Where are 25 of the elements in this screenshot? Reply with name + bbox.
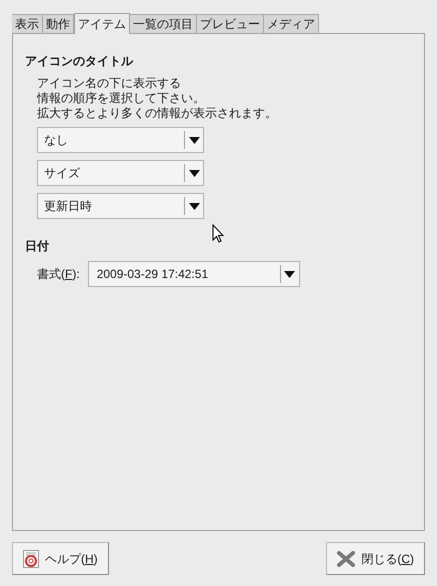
section-heading: アイコンのタイトル bbox=[25, 53, 134, 70]
date-format-dropdown[interactable]: 2009-03-29 17:42:51 bbox=[88, 261, 300, 287]
tab[interactable]: プレビュー bbox=[197, 14, 264, 33]
lifebuoy-icon bbox=[23, 550, 39, 568]
tab[interactable]: アイテム bbox=[74, 13, 130, 34]
tab[interactable]: 一覧の項目 bbox=[130, 14, 197, 33]
tab[interactable]: 表示 bbox=[12, 14, 43, 33]
section-heading: 日付 bbox=[25, 238, 50, 255]
dropdown-arrow-icon bbox=[284, 270, 296, 278]
dropdown-arrow-icon bbox=[188, 170, 200, 176]
tab[interactable]: 動作 bbox=[43, 14, 74, 33]
tab[interactable]: メディア bbox=[264, 14, 319, 33]
caption-dropdown[interactable]: サイズ bbox=[37, 160, 204, 186]
caption-dropdown[interactable]: 更新日時 bbox=[37, 193, 204, 219]
description-line: 拡大するとより多くの情報が表示されます。 bbox=[37, 106, 278, 121]
description-line: アイコン名の下に表示する bbox=[37, 76, 182, 91]
close-button[interactable]: 閉じる(C) bbox=[326, 542, 425, 575]
dropdown-arrow-icon bbox=[188, 136, 200, 144]
caption-dropdown[interactable]: なし bbox=[37, 127, 204, 153]
description-line: 情報の順序を選択して下さい。 bbox=[37, 91, 206, 106]
format-label: 書式(F): bbox=[37, 266, 80, 283]
cursor-icon bbox=[212, 224, 224, 243]
close-icon bbox=[337, 550, 356, 566]
dropdown-arrow-icon bbox=[188, 202, 200, 210]
help-button[interactable]: ヘルプ(H) bbox=[12, 542, 109, 575]
